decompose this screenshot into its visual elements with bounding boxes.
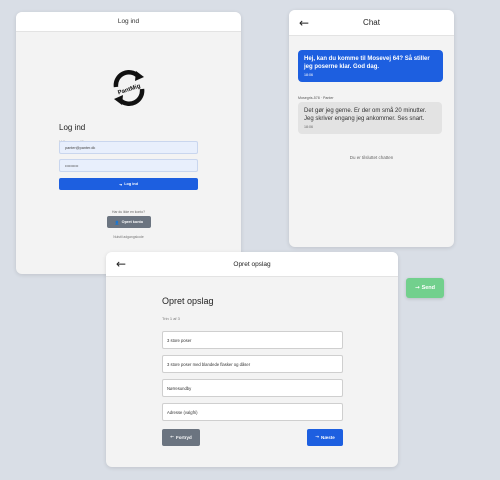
quantity-field[interactable]: 3 store poser bbox=[162, 331, 343, 349]
own-message-time: 18:06 bbox=[304, 73, 313, 77]
send-arrow-icon: → bbox=[414, 285, 420, 291]
chat-screen: ← Chat Hej, kan du komme til Mosevej 64?… bbox=[289, 10, 454, 247]
back-arrow-icon[interactable]: ← bbox=[299, 16, 309, 30]
create-post-screen: ← Opret opslag Opret opslag Trin 1 af 3 … bbox=[106, 252, 398, 467]
login-header-title: Log ind bbox=[117, 18, 140, 25]
chat-notice: Du er tilsluttet chatten bbox=[349, 155, 394, 160]
login-title: Log ind bbox=[59, 123, 86, 132]
chat-header: ← Chat bbox=[289, 10, 454, 36]
other-message-sender: Mosegris-578 · Panter bbox=[298, 96, 334, 100]
create-post-title: Opret opslag bbox=[162, 296, 214, 306]
back-arrow-icon[interactable]: ← bbox=[116, 257, 126, 271]
logo-text: PantMig bbox=[117, 83, 141, 96]
create-account-button[interactable]: 👤 Opret konto bbox=[107, 216, 151, 228]
login-button[interactable]: ⇥ Log ind bbox=[59, 178, 198, 190]
description-field[interactable]: 3 store poser med blandede flasker og då… bbox=[162, 355, 343, 373]
city-field[interactable]: Nørresundby bbox=[162, 379, 343, 397]
back-arrow-icon: ← bbox=[170, 435, 175, 440]
next-button[interactable]: → Næste bbox=[307, 429, 343, 446]
create-post-header-title: Opret opslag bbox=[233, 260, 271, 268]
own-message-bubble: Hej, kan du komme til Mosevej 64? Så sti… bbox=[298, 50, 443, 82]
other-message-text: Det gør jeg gerne. Er der om små 20 minu… bbox=[304, 108, 427, 122]
step-indicator: Trin 1 af 3 bbox=[162, 316, 180, 321]
login-header: Log ind bbox=[16, 12, 241, 32]
own-message-text: Hej, kan du komme til Mosevej 64? Så sti… bbox=[304, 56, 430, 70]
login-screen: Log ind PantMig Log ind Velkommen tilbag… bbox=[16, 12, 241, 274]
other-message-time: 18:06 bbox=[304, 125, 313, 129]
add-user-icon: 👤 bbox=[114, 219, 120, 225]
create-post-header: ← Opret opslag bbox=[106, 252, 398, 277]
login-icon: ⇥ bbox=[119, 181, 123, 187]
no-account-text: Har du ikke en konto? bbox=[112, 210, 145, 214]
reset-password-link[interactable]: Nulstil adgangskode bbox=[16, 235, 241, 239]
email-field[interactable]: panter@panter.dk bbox=[59, 141, 198, 154]
cancel-button[interactable]: ← Fortryd bbox=[162, 429, 200, 446]
send-button[interactable]: → Send bbox=[406, 278, 444, 298]
password-field[interactable]: •••••••••• bbox=[59, 159, 198, 172]
chat-header-title: Chat bbox=[363, 18, 380, 27]
other-message-bubble: Det gør jeg gerne. Er der om små 20 minu… bbox=[298, 102, 442, 134]
forward-arrow-icon: → bbox=[315, 435, 319, 440]
address-field[interactable]: Adresse (valgfri) bbox=[162, 403, 343, 421]
pantmig-logo: PantMig bbox=[113, 70, 145, 106]
